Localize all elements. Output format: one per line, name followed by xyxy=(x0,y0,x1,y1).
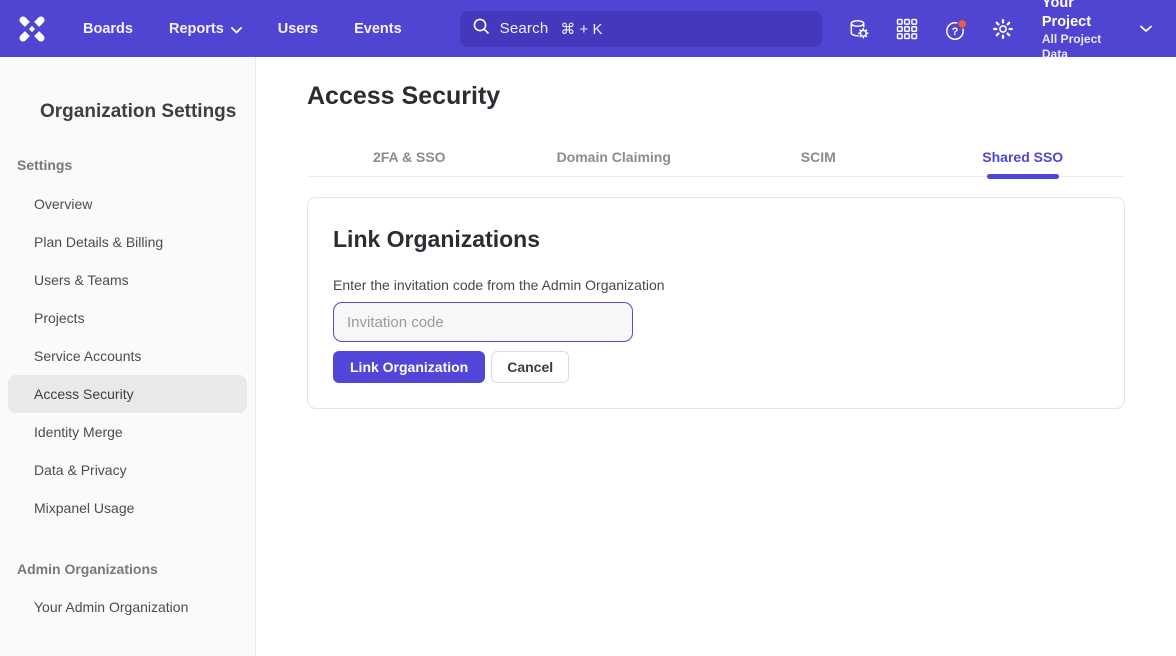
search-input[interactable]: Search ⌘ + K xyxy=(460,11,822,47)
nav-item-reports[interactable]: Reports xyxy=(169,20,242,38)
sidebar-item-data-privacy[interactable]: Data & Privacy xyxy=(8,451,247,489)
invitation-code-label: Enter the invitation code from the Admin… xyxy=(333,277,1099,293)
help-icon[interactable]: ? xyxy=(944,18,966,40)
cancel-button[interactable]: Cancel xyxy=(491,351,569,383)
notification-dot xyxy=(958,19,967,28)
sidebar-item-mixpanel-usage[interactable]: Mixpanel Usage xyxy=(8,489,247,527)
nav-label: Boards xyxy=(83,21,133,37)
tab-shared-sso[interactable]: Shared SSO xyxy=(921,137,1126,176)
settings-sidebar: Organization Settings Settings Overview … xyxy=(0,57,256,656)
nav-label: Events xyxy=(354,21,402,37)
sidebar-item-label: Overview xyxy=(34,196,92,212)
section-label-admin-organizations: Admin Organizations xyxy=(17,561,255,581)
chevron-down-icon xyxy=(1140,20,1152,38)
sidebar-item-label: Users & Teams xyxy=(34,272,129,288)
data-management-icon[interactable] xyxy=(848,18,870,40)
invitation-code-input[interactable] xyxy=(333,302,633,342)
tab-label: Domain Claiming xyxy=(557,149,671,165)
active-tab-underline xyxy=(987,174,1059,179)
button-row: Link Organization Cancel xyxy=(333,351,1099,383)
chevron-down-icon xyxy=(231,22,242,38)
sidebar-item-plan-details-billing[interactable]: Plan Details & Billing xyxy=(8,223,247,261)
settings-gear-icon[interactable] xyxy=(992,18,1014,40)
sidebar-item-label: Your Admin Organization xyxy=(34,599,188,615)
tab-scim[interactable]: SCIM xyxy=(716,137,921,176)
search-icon xyxy=(472,17,490,40)
project-meta: Your Project All Project Data xyxy=(1042,0,1124,63)
sidebar-title: Organization Settings xyxy=(40,101,255,123)
nav-item-events[interactable]: Events xyxy=(354,21,402,37)
sidebar-item-label: Service Accounts xyxy=(34,348,141,364)
nav-item-boards[interactable]: Boards xyxy=(83,21,133,37)
tab-label: SCIM xyxy=(801,149,836,165)
nav-label: Users xyxy=(278,21,318,37)
sidebar-item-label: Data & Privacy xyxy=(34,462,127,478)
nav-item-users[interactable]: Users xyxy=(278,21,318,37)
topbar-actions: ? Your Project xyxy=(822,0,1152,63)
sidebar-item-label: Identity Merge xyxy=(34,424,123,440)
sidebar-item-label: Access Security xyxy=(34,386,134,402)
tab-2fa-sso[interactable]: 2FA & SSO xyxy=(307,137,512,176)
section-label-settings: Settings xyxy=(17,157,255,177)
search-placeholder: Search xyxy=(500,20,549,37)
sidebar-item-access-security[interactable]: Access Security xyxy=(8,375,247,413)
sidebar-item-label: Plan Details & Billing xyxy=(34,234,163,250)
settings-nav-list: Overview Plan Details & Billing Users & … xyxy=(0,185,255,527)
main-content: Access Security 2FA & SSO Domain Claimin… xyxy=(256,57,1176,656)
tab-label: 2FA & SSO xyxy=(373,149,446,165)
page-title: Access Security xyxy=(307,81,1125,111)
sidebar-item-your-admin-organization[interactable]: Your Admin Organization xyxy=(8,588,247,626)
tab-label: Shared SSO xyxy=(982,149,1063,165)
apps-grid-icon[interactable] xyxy=(896,18,918,40)
nav-label: Reports xyxy=(169,21,224,37)
sidebar-item-users-teams[interactable]: Users & Teams xyxy=(8,261,247,299)
link-organizations-card: Link Organizations Enter the invitation … xyxy=(307,197,1125,409)
topbar: Boards Reports Users Events Search ⌘ + K xyxy=(0,0,1176,57)
link-organization-button[interactable]: Link Organization xyxy=(333,351,485,383)
top-navigation: Boards Reports Users Events xyxy=(83,20,438,38)
sidebar-item-label: Projects xyxy=(34,310,85,326)
tab-domain-claiming[interactable]: Domain Claiming xyxy=(512,137,717,176)
sidebar-item-overview[interactable]: Overview xyxy=(8,185,247,223)
sidebar-item-service-accounts[interactable]: Service Accounts xyxy=(8,337,247,375)
app-body: Organization Settings Settings Overview … xyxy=(0,57,1176,656)
sidebar-item-identity-merge[interactable]: Identity Merge xyxy=(8,413,247,451)
admin-org-nav-list: Your Admin Organization xyxy=(0,588,255,626)
sidebar-item-projects[interactable]: Projects xyxy=(8,299,247,337)
svg-text:?: ? xyxy=(952,26,959,38)
search-shortcut: ⌘ + K xyxy=(560,20,602,38)
project-name: Your Project xyxy=(1042,0,1124,32)
mixpanel-logo-icon[interactable] xyxy=(16,13,48,45)
project-switcher[interactable]: Your Project All Project Data xyxy=(1042,0,1152,63)
tab-bar: 2FA & SSO Domain Claiming SCIM Shared SS… xyxy=(307,137,1125,177)
card-title: Link Organizations xyxy=(333,226,1099,253)
sidebar-item-label: Mixpanel Usage xyxy=(34,500,134,516)
